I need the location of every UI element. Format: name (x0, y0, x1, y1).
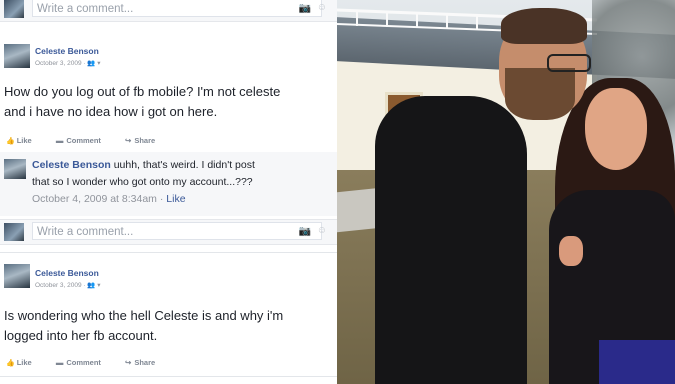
woman-face (585, 88, 647, 170)
couple-photo (337, 0, 675, 384)
avatar[interactable] (4, 159, 26, 179)
camera-icon[interactable]: 📷 (299, 3, 311, 14)
comment-like-link[interactable]: Like (166, 193, 185, 205)
comment-input[interactable]: Write a comment... (32, 0, 322, 17)
avatar[interactable] (4, 264, 30, 288)
post-author[interactable]: Celeste Benson (35, 268, 99, 278)
man-beard (505, 68, 575, 120)
post-actions: 👍 Like ▬ Comment ↪ Share (6, 358, 177, 367)
comment-body: Celeste Benson uuhh, that's weird. I did… (32, 157, 332, 208)
post-author[interactable]: Celeste Benson (35, 46, 99, 56)
emoji-icon[interactable]: ☺ (317, 2, 327, 13)
post-text-line: and i have no idea how i got on here. (4, 104, 218, 119)
comment-timestamp[interactable]: October 4, 2009 at 8:34am (32, 193, 157, 205)
comment: Celeste Benson uuhh, that's weird. I did… (0, 152, 337, 216)
comment-text: uuhh, that's weird. I didn't post (113, 159, 255, 171)
share-button[interactable]: ↪ Share (125, 358, 155, 367)
glasses (547, 54, 591, 72)
post-text-line: Is wondering who the hell Celeste is and… (4, 308, 284, 323)
man-hair (501, 8, 587, 44)
avatar (4, 223, 24, 241)
facebook-screenshot: Write a comment... 📷 ☺ Celeste Benson Oc… (0, 0, 337, 384)
camera-icon[interactable]: 📷 (299, 226, 311, 237)
share-icon: ↪ (125, 136, 132, 145)
share-icon: ↪ (125, 358, 132, 367)
share-button[interactable]: ↪ Share (125, 136, 155, 145)
post-timestamp[interactable]: October 3, 2009 · 👥 ▾ (35, 59, 101, 67)
post-actions: 👍 Like ▬ Comment ↪ Share (6, 136, 177, 145)
comment-icon: ▬ (55, 358, 64, 367)
like-icon: 👍 (6, 360, 15, 367)
write-comment-row: Write a comment... 📷 ☺ (0, 219, 337, 245)
divider (0, 252, 337, 253)
man (375, 96, 527, 384)
post-text-line: logged into her fb account. (4, 328, 158, 343)
like-button[interactable]: 👍 Like (6, 358, 32, 367)
avatar (4, 0, 24, 18)
like-icon: 👍 (6, 138, 15, 145)
avatar[interactable] (4, 44, 30, 68)
hand (559, 236, 583, 266)
divider (0, 376, 337, 377)
skirt (599, 340, 675, 384)
comment-icon: ▬ (55, 136, 64, 145)
comment-input[interactable]: Write a comment... (32, 222, 322, 240)
comment-button[interactable]: ▬ Comment (56, 358, 101, 367)
write-comment-row: Write a comment... 📷 ☺ (0, 0, 337, 22)
comment-author[interactable]: Celeste Benson (32, 159, 111, 171)
emoji-icon[interactable]: ☺ (317, 225, 327, 236)
post-text-line: How do you log out of fb mobile? I'm not… (4, 84, 281, 99)
comment-button[interactable]: ▬ Comment (56, 136, 101, 145)
post-timestamp[interactable]: October 3, 2009 · 👥 ▾ (35, 281, 101, 289)
like-button[interactable]: 👍 Like (6, 136, 32, 145)
comment-text: that so I wonder who got onto my account… (32, 176, 253, 188)
